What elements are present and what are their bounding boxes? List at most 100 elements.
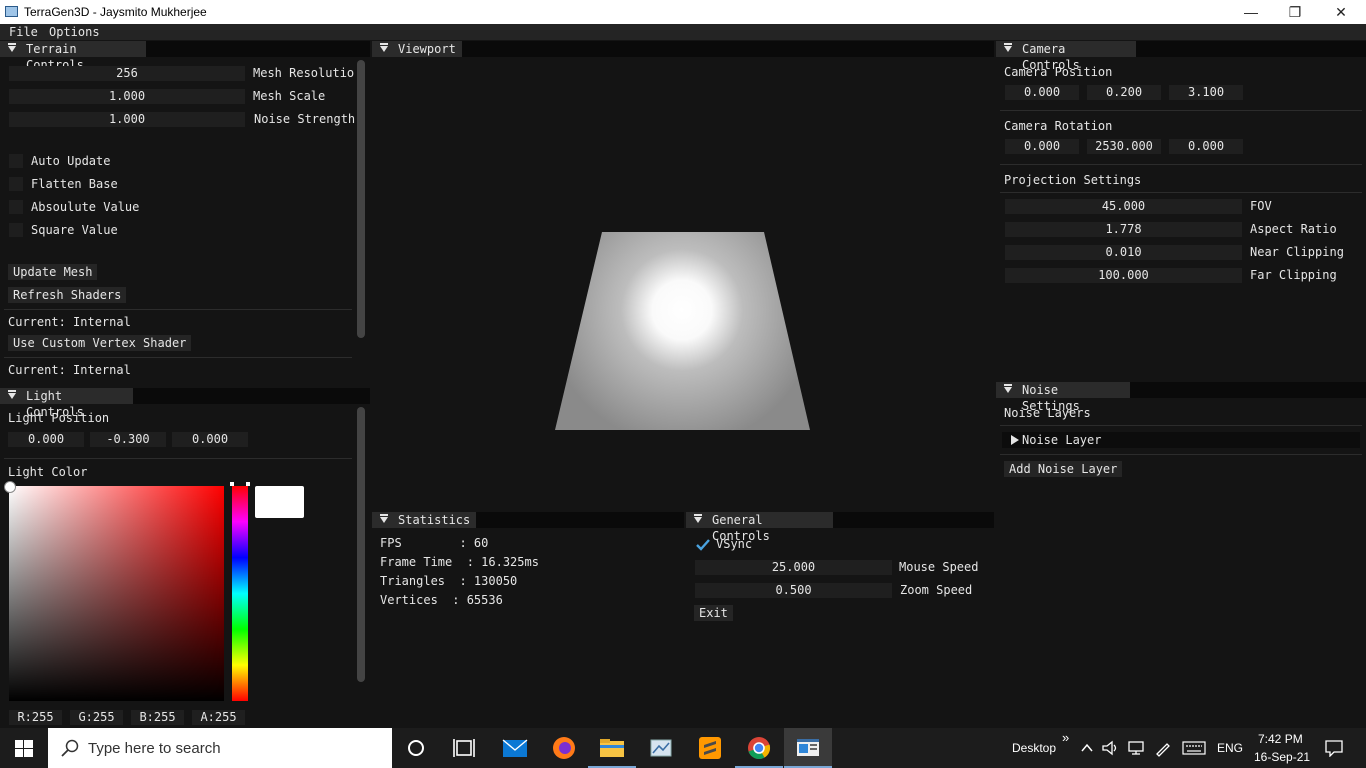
divider <box>1000 110 1362 111</box>
search-box[interactable]: Type here to search <box>48 728 392 768</box>
panel-header: Viewport <box>372 41 994 57</box>
pen-workspace-icon[interactable] <box>1154 739 1172 757</box>
mouse-speed-input[interactable]: 25.000 <box>695 560 892 575</box>
terrain-render-canvas[interactable] <box>372 57 994 509</box>
camera-position-x[interactable]: 0.000 <box>1005 85 1079 100</box>
light-position-z[interactable]: 0.000 <box>172 432 248 447</box>
scrollbar[interactable] <box>357 407 365 682</box>
use-custom-vertex-shader-button[interactable]: Use Custom Vertex Shader <box>8 335 192 351</box>
zoom-speed-input[interactable]: 0.500 <box>695 583 892 598</box>
mesh-scale-input[interactable]: 1.000 <box>9 89 245 104</box>
panel-title: Statistics <box>398 513 471 527</box>
terrain-mesh <box>555 232 810 430</box>
photos-icon[interactable] <box>637 728 685 768</box>
menu-file[interactable]: File <box>9 25 38 39</box>
expand-arrow-icon[interactable] <box>1011 435 1019 445</box>
aspect-ratio-input[interactable]: 1.778 <box>1005 222 1242 237</box>
chrome-icon[interactable] <box>735 728 783 768</box>
fov-input[interactable]: 45.000 <box>1005 199 1242 214</box>
collapse-icon[interactable] <box>380 43 388 52</box>
triangles-stat: Triangles : 130050 <box>380 574 518 588</box>
far-clipping-input[interactable]: 100.000 <box>1005 268 1242 283</box>
windows-start-icon[interactable] <box>15 740 33 757</box>
light-position-y[interactable]: -0.300 <box>90 432 166 447</box>
divider <box>4 357 352 358</box>
clock-time[interactable]: 7:42 PM <box>1258 732 1303 746</box>
light-controls-tab[interactable]: Light Controls <box>0 388 133 419</box>
auto-update-checkbox[interactable] <box>9 154 23 168</box>
light-position-x[interactable]: 0.000 <box>8 432 84 447</box>
panel-header: Terrain Controls <box>0 41 370 72</box>
task-view-icon[interactable] <box>440 728 488 768</box>
statistics-tab[interactable]: Statistics <box>372 512 476 528</box>
color-preview-swatch[interactable] <box>255 486 304 518</box>
camera-rotation-x[interactable]: 0.000 <box>1005 139 1079 154</box>
camera-position-z[interactable]: 3.100 <box>1169 85 1243 100</box>
panel-header: Camera Controls <box>996 41 1366 72</box>
network-icon[interactable] <box>1127 740 1145 756</box>
general-controls-tab[interactable]: General Controls <box>686 512 833 543</box>
panel-header: Noise Settings <box>996 382 1366 413</box>
vsync-checkmark-icon[interactable] <box>695 538 711 552</box>
far-clipping-label: Far Clipping <box>1250 268 1337 282</box>
touch-keyboard-icon[interactable] <box>1182 741 1206 755</box>
app-icon <box>5 6 18 17</box>
hue-slider[interactable] <box>232 486 248 701</box>
volume-icon[interactable] <box>1101 740 1119 756</box>
refresh-shaders-button[interactable]: Refresh Shaders <box>8 287 127 303</box>
update-mesh-button[interactable]: Update Mesh <box>8 264 98 280</box>
alpha-channel-input[interactable]: A:255 <box>192 710 245 725</box>
noise-settings-tab[interactable]: Noise Settings <box>996 382 1130 413</box>
light-position-label: Light Position <box>8 411 110 425</box>
collapse-icon[interactable] <box>380 514 388 523</box>
viewport-panel: Viewport <box>372 41 994 509</box>
scrollbar[interactable] <box>357 60 365 338</box>
absolute-value-label: Absoulute Value <box>31 200 140 214</box>
minimize-button[interactable]: — <box>1228 0 1274 24</box>
divider <box>1000 164 1362 165</box>
maximize-button[interactable]: ❐ <box>1272 0 1318 24</box>
hue-slider-handle[interactable] <box>230 482 250 486</box>
close-button[interactable]: ✕ <box>1318 0 1364 24</box>
language-indicator[interactable]: ENG <box>1217 741 1243 755</box>
collapse-icon[interactable] <box>694 514 702 523</box>
file-explorer-icon[interactable] <box>588 728 636 768</box>
add-noise-layer-button[interactable]: Add Noise Layer <box>1004 461 1123 477</box>
sublime-text-icon[interactable] <box>686 728 734 768</box>
toolbar-chevron-icon[interactable]: » <box>1062 730 1069 745</box>
color-picker-handle[interactable] <box>4 481 16 493</box>
red-channel-input[interactable]: R:255 <box>9 710 62 725</box>
mesh-resolution-input[interactable]: 256 <box>9 66 245 81</box>
noise-strength-input[interactable]: 1.000 <box>9 112 245 127</box>
desktop-toolbar-label[interactable]: Desktop <box>1012 741 1056 755</box>
collapse-icon[interactable] <box>1004 384 1012 393</box>
menu-options[interactable]: Options <box>49 25 100 39</box>
camera-rotation-y[interactable]: 2530.000 <box>1087 139 1161 154</box>
collapse-icon[interactable] <box>8 43 16 52</box>
green-channel-input[interactable]: G:255 <box>70 710 123 725</box>
mesh-resolution-label: Mesh Resolutio <box>253 66 355 80</box>
collapse-icon[interactable] <box>1004 43 1012 52</box>
absolute-value-checkbox[interactable] <box>9 200 23 214</box>
exit-button[interactable]: Exit <box>694 605 733 621</box>
camera-position-y[interactable]: 0.200 <box>1087 85 1161 100</box>
square-value-checkbox[interactable] <box>9 223 23 237</box>
viewport-tab[interactable]: Viewport <box>372 41 462 57</box>
near-clipping-input[interactable]: 0.010 <box>1005 245 1242 260</box>
mail-icon[interactable] <box>491 728 539 768</box>
color-saturation-value-picker[interactable] <box>9 486 224 701</box>
terrain-controls-tab[interactable]: Terrain Controls <box>0 41 146 72</box>
firefox-icon[interactable] <box>540 728 588 768</box>
camera-rotation-z[interactable]: 0.000 <box>1169 139 1243 154</box>
noise-layer-tree-node[interactable]: Noise Layer <box>1002 432 1360 448</box>
show-hidden-icons-icon[interactable] <box>1080 742 1094 754</box>
blue-channel-input[interactable]: B:255 <box>131 710 184 725</box>
cortana-icon[interactable] <box>392 728 440 768</box>
clock-date[interactable]: 16-Sep-21 <box>1254 750 1310 764</box>
flatten-base-checkbox[interactable] <box>9 177 23 191</box>
terragen3d-taskbar-icon[interactable] <box>784 728 832 768</box>
collapse-icon[interactable] <box>8 390 16 399</box>
camera-controls-tab[interactable]: Camera Controls <box>996 41 1136 72</box>
notifications-icon[interactable] <box>1324 739 1344 757</box>
vertex-shader-current: Current: Internal <box>8 315 131 329</box>
